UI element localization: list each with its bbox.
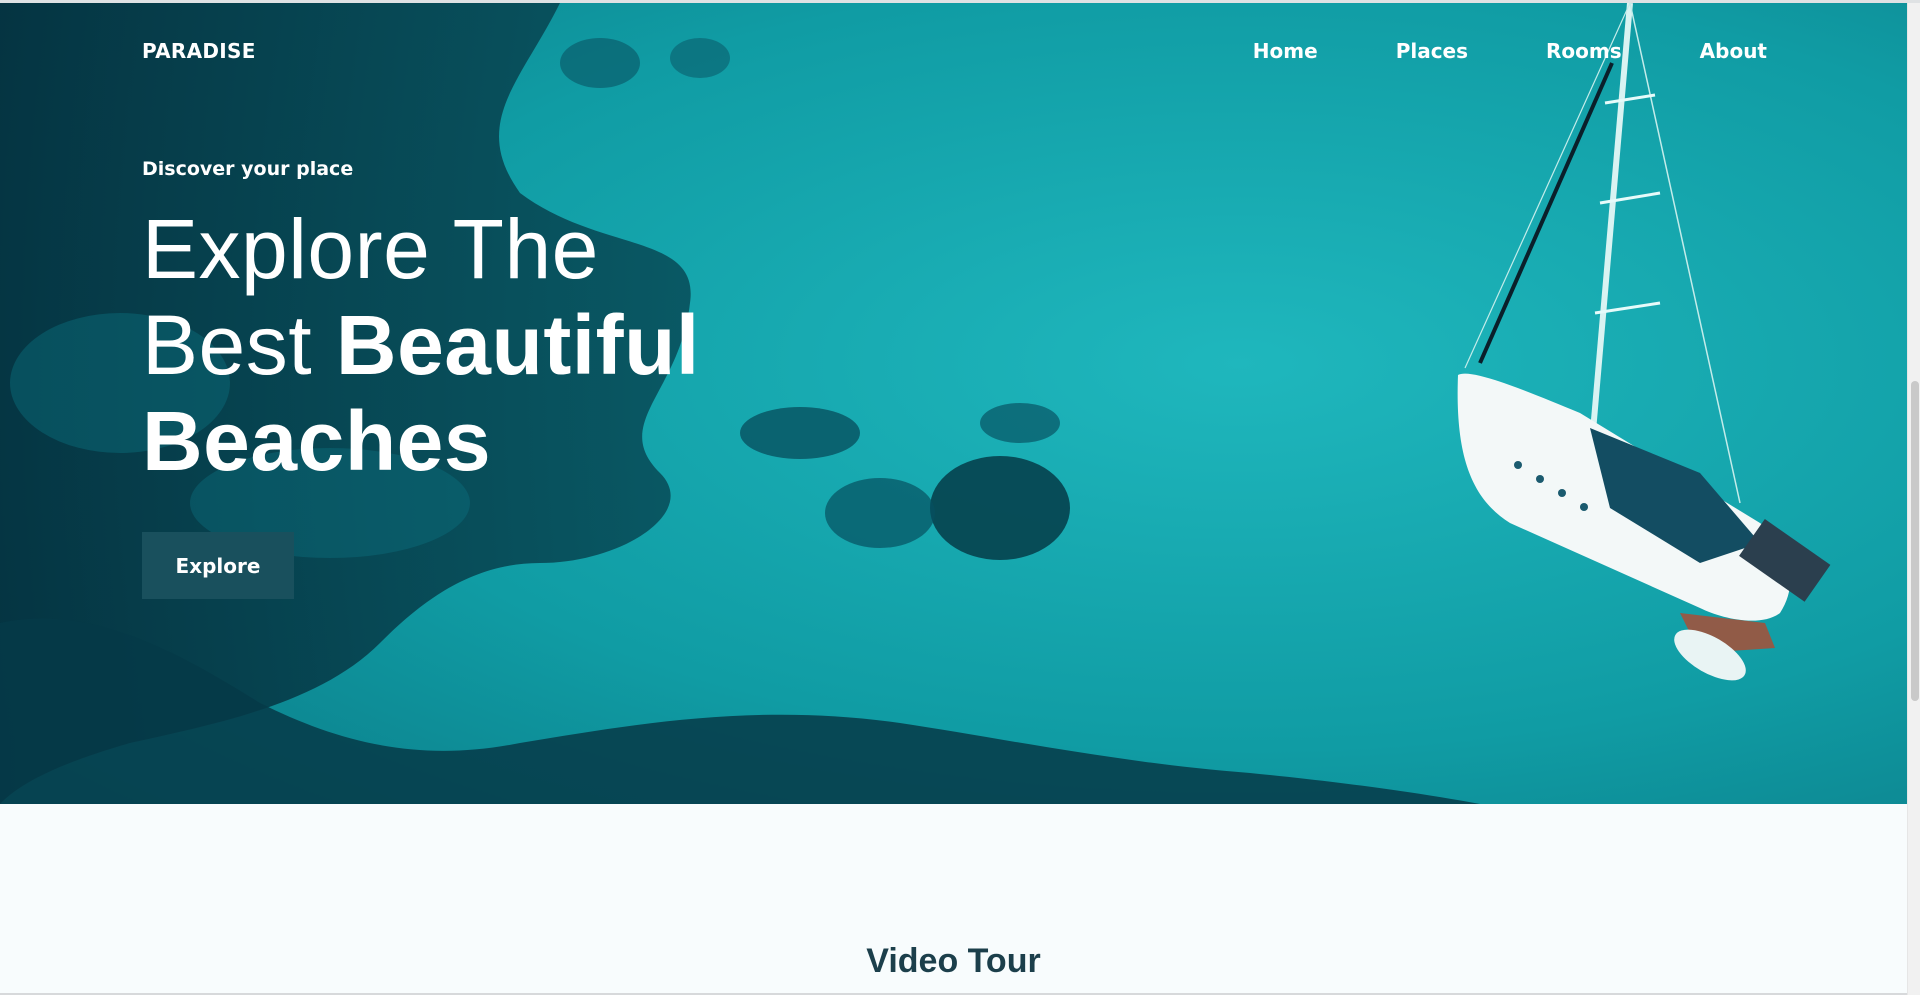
nav-item-places[interactable]: Places <box>1396 39 1468 63</box>
vertical-scrollbar[interactable] <box>1907 3 1920 995</box>
hero-section: PARADISE Home Places Rooms About Discove… <box>0 3 1907 804</box>
section-title: Video Tour <box>866 942 1041 980</box>
headline-line-3: Beaches <box>142 394 492 488</box>
hero-headline: Explore The Best Beautiful Beaches <box>142 201 700 489</box>
headline-line-2-light: Best <box>142 298 336 392</box>
scrollbar-thumb[interactable] <box>1911 381 1919 701</box>
explore-button[interactable]: Explore <box>142 532 294 599</box>
nav-item-home[interactable]: Home <box>1253 39 1318 63</box>
headline-line-2-bold: Beautiful <box>335 298 700 392</box>
video-tour-section: Video Tour <box>0 804 1907 995</box>
headline-line-1: Explore The <box>142 202 599 296</box>
headline-line-2: Best Beautiful <box>142 297 700 393</box>
brand-logo[interactable]: PARADISE <box>142 39 256 63</box>
nav-item-rooms[interactable]: Rooms <box>1546 39 1622 63</box>
main-nav: Home Places Rooms About <box>1253 39 1767 63</box>
nav-item-about[interactable]: About <box>1700 39 1767 63</box>
hero-kicker: Discover your place <box>142 158 354 180</box>
